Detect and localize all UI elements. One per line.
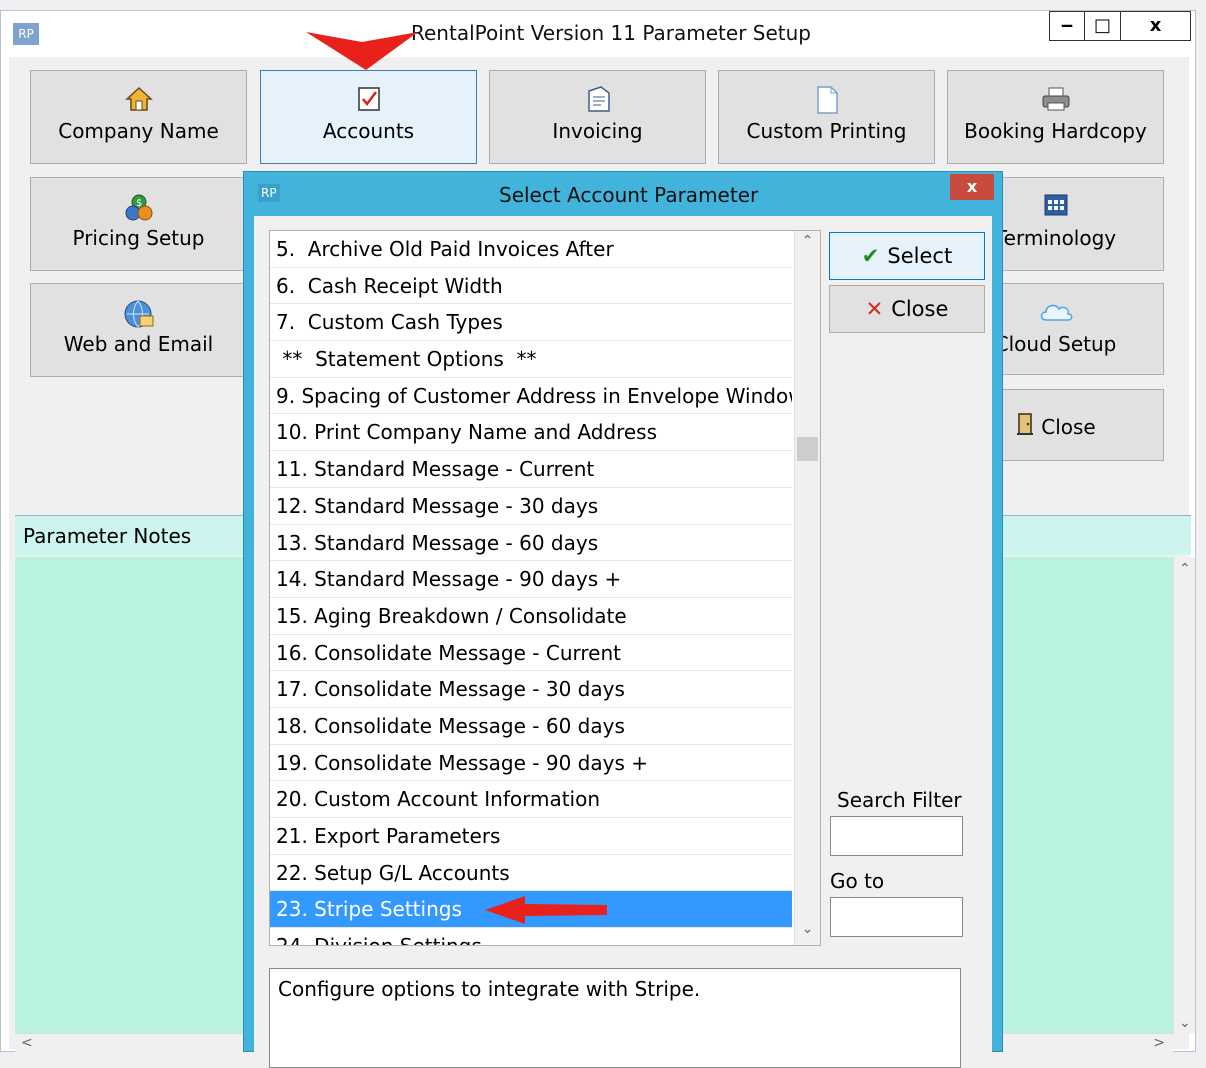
parameter-list-item[interactable]: 19. Consolidate Message - 90 days +	[270, 745, 792, 782]
close-setup-content: Close	[1015, 412, 1096, 441]
dialog-body: 5. Archive Old Paid Invoices After 6. Cas…	[254, 216, 992, 1068]
title-bar: RP RentalPoint Version 11 Parameter Setu…	[1, 11, 1195, 56]
select-button[interactable]: ✔ Select	[829, 232, 985, 280]
booking-hardcopy-button[interactable]: Booking Hardcopy	[947, 70, 1164, 164]
pricing-setup-label: Pricing Setup	[72, 226, 205, 250]
x-icon: ✕	[865, 297, 884, 321]
parameter-list-item[interactable]: 14. Standard Message - 90 days +	[270, 561, 792, 598]
parameter-list-item[interactable]: 10. Print Company Name and Address	[270, 414, 792, 452]
dialog-title: Select Account Parameter	[499, 183, 759, 207]
search-filter-input[interactable]	[830, 816, 963, 856]
dialog-app-icon: RP	[258, 184, 280, 202]
dialog-close-x-button[interactable]: x	[950, 174, 994, 200]
parameter-list-item[interactable]: ** Statement Options **	[270, 341, 792, 378]
parameter-list-item[interactable]: 20. Custom Account Information	[270, 781, 792, 818]
parameter-list-item[interactable]: 6. Cash Receipt Width	[270, 268, 792, 305]
notes-vertical-scrollbar[interactable]: ⌃ ⌄	[1173, 557, 1195, 1033]
parameter-list-item[interactable]: 22. Setup G/L Accounts	[270, 855, 792, 892]
web-and-email-button[interactable]: Web and Email	[30, 283, 247, 377]
scroll-down-icon[interactable]: ⌄	[1179, 1015, 1191, 1031]
money-bag-icon: $	[31, 192, 246, 222]
house-icon	[31, 85, 246, 115]
page-icon	[719, 85, 934, 115]
parameter-list[interactable]: 5. Archive Old Paid Invoices After 6. Cas…	[269, 230, 821, 946]
scrollbar-thumb[interactable]	[797, 437, 818, 461]
custom-printing-label: Custom Printing	[746, 119, 907, 143]
invoicing-label: Invoicing	[552, 119, 643, 143]
svg-text:$: $	[136, 198, 142, 209]
go-to-parameter-input[interactable]	[830, 897, 963, 937]
search-filter-label: Search Filter	[837, 788, 962, 812]
window-title: RentalPoint Version 11 Parameter Setup	[411, 21, 811, 45]
scroll-up-icon[interactable]: ⌃	[795, 233, 820, 255]
dialog-close-button[interactable]: ✕ Close	[829, 285, 985, 333]
parameter-list-item[interactable]: 9. Spacing of Customer Address in Envelo…	[270, 378, 792, 415]
close-icon: x	[1149, 15, 1162, 36]
accounts-button[interactable]: Accounts	[260, 70, 477, 164]
close-setup-label: Close	[1041, 414, 1096, 439]
annotation-arrow-down-icon	[306, 32, 418, 70]
select-account-parameter-dialog: RP Select Account Parameter x 5. Archive…	[243, 171, 1003, 1068]
parameter-list-item[interactable]: 16. Consolidate Message - Current	[270, 635, 792, 672]
scroll-left-icon[interactable]: <	[21, 1035, 33, 1051]
dialog-close-button-label: Close	[891, 297, 949, 321]
accounts-label: Accounts	[322, 119, 415, 143]
booking-hardcopy-label: Booking Hardcopy	[964, 119, 1147, 143]
annotation-arrow-left-icon	[485, 896, 607, 924]
parameter-list-item[interactable]: 12. Standard Message - 30 days	[270, 488, 792, 525]
scroll-down-icon[interactable]: ⌄	[795, 921, 820, 943]
app-icon: RP	[13, 23, 39, 45]
select-button-label: Select	[887, 244, 953, 268]
parameter-notes-label: Parameter Notes	[23, 524, 192, 548]
checkmark-icon: ✔	[861, 244, 880, 268]
parameter-list-item[interactable]: 5. Archive Old Paid Invoices After	[270, 231, 792, 268]
parameter-list-item[interactable]: 18. Consolidate Message - 60 days	[270, 708, 792, 745]
parameter-list-item[interactable]: 11. Standard Message - Current	[270, 451, 792, 488]
minimize-icon: ‒	[1060, 15, 1074, 36]
scroll-up-icon[interactable]: ⌃	[1179, 561, 1191, 577]
parameter-list-item[interactable]: 13. Standard Message - 60 days	[270, 525, 792, 562]
pricing-setup-button[interactable]: $ Pricing Setup	[30, 177, 247, 271]
parameter-list-rows: 5. Archive Old Paid Invoices After 6. Cas…	[270, 231, 820, 945]
invoicing-button[interactable]: Invoicing	[489, 70, 706, 164]
door-icon	[1015, 412, 1035, 441]
close-window-button[interactable]: x	[1121, 11, 1191, 41]
scroll-right-icon[interactable]: >	[1153, 1035, 1165, 1051]
maximize-button[interactable]: □	[1085, 11, 1121, 41]
parameter-list-item[interactable]: 15. Aging Breakdown / Consolidate	[270, 598, 792, 635]
printer-icon	[948, 85, 1163, 115]
parameter-list-item[interactable]: 17. Consolidate Message - 30 days	[270, 671, 792, 708]
company-name-button[interactable]: Company Name	[30, 70, 247, 164]
parameter-list-item[interactable]: 21. Export Parameters	[270, 818, 792, 855]
company-name-label: Company Name	[58, 119, 219, 143]
maximize-icon: □	[1093, 15, 1111, 36]
close-icon: x	[966, 177, 978, 196]
minimize-button[interactable]: ‒	[1049, 11, 1085, 41]
parameter-description: Configure options to integrate with Stri…	[269, 968, 961, 1068]
parameter-list-item[interactable]: 24. Division Settings	[270, 928, 792, 945]
checklist-icon	[261, 85, 476, 115]
globe-icon	[31, 298, 246, 328]
web-and-email-label: Web and Email	[63, 332, 214, 356]
custom-printing-button[interactable]: Custom Printing	[718, 70, 935, 164]
parameter-list-item[interactable]: 7. Custom Cash Types	[270, 304, 792, 342]
invoice-icon	[490, 85, 705, 115]
parameter-list-scrollbar[interactable]: ⌃ ⌄	[794, 231, 820, 945]
window-controls: ‒ □ x	[1049, 11, 1191, 41]
